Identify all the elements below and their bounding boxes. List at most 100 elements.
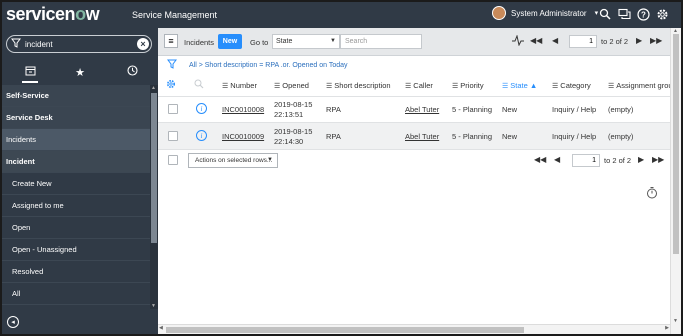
- gear-icon[interactable]: [166, 79, 176, 91]
- last-page-icon[interactable]: ▶▶: [650, 36, 662, 45]
- prev-page-icon[interactable]: ◀: [552, 36, 558, 45]
- table-row[interactable]: i INC0010009 2019-08-15 22:14:30 RPA Abel Tut…: [158, 123, 670, 150]
- actions-label: Actions on selected rows...: [195, 157, 273, 164]
- number-link[interactable]: INC0010008: [222, 105, 264, 114]
- sidebar-item-incidents[interactable]: Incidents: [2, 129, 150, 151]
- sidebar-item-service-desk[interactable]: Service Desk: [2, 107, 150, 129]
- svg-text:?: ?: [641, 11, 646, 20]
- cell-state: New: [502, 132, 517, 142]
- first-page-icon[interactable]: ◀◀: [530, 36, 542, 45]
- tab-all-apps[interactable]: [22, 65, 38, 83]
- number-link[interactable]: INC0010009: [222, 132, 264, 141]
- filter-icon: [11, 38, 21, 50]
- caller-link[interactable]: Abel Tuter: [405, 105, 439, 114]
- cell-assignment-group: (empty): [608, 132, 633, 142]
- row-checkbox[interactable]: [168, 131, 178, 141]
- list-view: ≡ Incidents New Go to State ▼ Search ◀◀ …: [158, 28, 681, 334]
- gear-icon[interactable]: [655, 8, 669, 22]
- clock-icon[interactable]: [124, 65, 140, 81]
- column-label: Caller: [413, 81, 433, 90]
- priority-value: 5 - Planning: [452, 105, 493, 114]
- goto-field-value: State: [276, 38, 293, 45]
- sidebar-item-resolved[interactable]: Resolved: [2, 261, 150, 283]
- next-page-icon[interactable]: ▶: [638, 155, 644, 164]
- scroll-down-icon[interactable]: ▼: [151, 303, 156, 309]
- column-caller[interactable]: ☰ Caller: [405, 81, 433, 90]
- scroll-right-icon[interactable]: ▶: [665, 325, 669, 331]
- column-category[interactable]: ☰ Category: [552, 81, 591, 90]
- breadcrumb-text[interactable]: All > Short description = RPA .or. Opene…: [189, 62, 348, 69]
- help-icon[interactable]: ?: [636, 8, 650, 22]
- info-icon[interactable]: i: [196, 130, 207, 141]
- sort-ascending-icon: ▲: [529, 81, 538, 90]
- servicenow-logo[interactable]: servicenow: [6, 4, 100, 25]
- cell-assignment-group: (empty): [608, 105, 633, 115]
- activity-icon[interactable]: [512, 34, 524, 48]
- column-opened[interactable]: ☰ Opened: [274, 81, 309, 90]
- column-priority[interactable]: ☰ Priority: [452, 81, 484, 90]
- next-page-icon[interactable]: ▶: [636, 36, 642, 45]
- cell-priority: 5 - Planning: [452, 105, 492, 115]
- first-page-icon[interactable]: ◀◀: [534, 155, 546, 164]
- sidebar-item-create-new[interactable]: Create New: [2, 173, 150, 195]
- column-short-description[interactable]: ☰ Short description: [326, 81, 391, 90]
- cell-number: INC0010008: [222, 105, 264, 115]
- column-number[interactable]: ☰ Number: [222, 81, 257, 90]
- search-icon[interactable]: [194, 79, 204, 91]
- breadcrumb: All > Short description = RPA .or. Opene…: [158, 56, 670, 74]
- collapse-navigator-icon[interactable]: ◂: [7, 316, 19, 328]
- caller-link[interactable]: Abel Tuter: [405, 132, 439, 141]
- scroll-up-icon[interactable]: ▲: [151, 85, 156, 91]
- search-icon[interactable]: [598, 8, 612, 22]
- sidebar-item-open[interactable]: Open: [2, 217, 150, 239]
- column-label: Opened: [282, 81, 309, 90]
- column-menu-icon: ☰: [552, 83, 559, 90]
- column-label: Priority: [460, 81, 484, 90]
- row-checkbox[interactable]: [168, 104, 178, 114]
- column-menu-icon: ☰: [502, 83, 509, 90]
- clear-icon[interactable]: ×: [137, 38, 149, 50]
- cell-opened: 2019-08-15 22:13:51: [274, 100, 312, 120]
- scrollbar-thumb[interactable]: [673, 34, 679, 254]
- filter-icon[interactable]: [167, 59, 177, 71]
- sidebar-item-self-service[interactable]: Self-Service: [2, 85, 150, 107]
- list-title: Incidents: [184, 38, 215, 47]
- cell-opened: 2019-08-15 22:14:30: [274, 127, 312, 147]
- search-input[interactable]: Search: [340, 34, 422, 49]
- chevron-down-icon: ▼: [330, 38, 336, 44]
- table-row[interactable]: i INC0010008 2019-08-15 22:13:51 RPA Abel Tut…: [158, 96, 670, 123]
- actions-select[interactable]: Actions on selected rows... ▼: [188, 153, 278, 168]
- column-label: Number: [230, 81, 257, 90]
- navigator-filter-input[interactable]: incident: [25, 40, 53, 49]
- scrollbar-thumb[interactable]: [166, 327, 524, 333]
- page-input[interactable]: 1: [572, 154, 600, 167]
- list-menu-icon[interactable]: ≡: [164, 34, 178, 48]
- new-button[interactable]: New: [218, 34, 242, 49]
- cell-caller: Abel Tuter: [405, 105, 439, 115]
- scrollbar-thumb[interactable]: [151, 93, 157, 243]
- horizontal-scrollbar[interactable]: ◀ ▶: [158, 324, 670, 334]
- user-menu[interactable]: System Administrator ▾: [492, 6, 598, 20]
- info-icon[interactable]: i: [196, 103, 207, 114]
- scroll-down-icon[interactable]: ▼: [673, 318, 678, 324]
- navigator-scrollbar[interactable]: ▲ ▼: [150, 85, 158, 309]
- column-state[interactable]: ☰ State ▲: [502, 81, 537, 90]
- goto-field-select[interactable]: State ▼: [272, 34, 340, 49]
- star-icon[interactable]: ★: [72, 65, 88, 81]
- assignment-group-value: (empty): [608, 105, 634, 114]
- column-menu-icon: ☰: [608, 83, 615, 90]
- page-input[interactable]: 1: [569, 35, 597, 48]
- main-scrollbar[interactable]: ▲ ▼: [670, 28, 681, 334]
- sidebar-item-open-unassigned[interactable]: Open - Unassigned: [2, 239, 150, 261]
- column-assignment-group[interactable]: ☰ Assignment group: [608, 81, 677, 90]
- sidebar-item-assigned-to-me[interactable]: Assigned to me: [2, 195, 150, 217]
- prev-page-icon[interactable]: ◀: [554, 155, 560, 164]
- sidebar-item-incident[interactable]: Incident: [2, 151, 150, 173]
- sidebar-item-all[interactable]: All: [2, 283, 150, 305]
- select-all-checkbox[interactable]: [168, 155, 178, 165]
- scroll-left-icon[interactable]: ◀: [159, 325, 163, 331]
- chat-icon[interactable]: [617, 8, 631, 22]
- last-page-icon[interactable]: ▶▶: [652, 155, 664, 164]
- opened-date: 2019-08-15: [274, 127, 313, 136]
- navigator-filter[interactable]: incident ×: [6, 35, 152, 53]
